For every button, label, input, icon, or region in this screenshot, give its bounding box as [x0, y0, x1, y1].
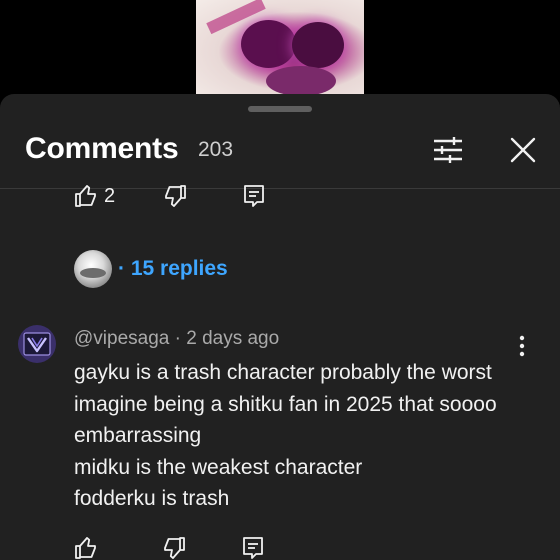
thumbs-up-icon: [75, 185, 96, 207]
reply-comment-icon: [243, 537, 263, 559]
thumbnail-art: [241, 20, 296, 68]
comment-actions: [74, 536, 264, 560]
like-button[interactable]: 2: [74, 184, 115, 208]
replies-count-link: · 15 replies: [118, 257, 228, 280]
comment-time: 2 days ago: [186, 328, 280, 349]
drag-handle[interactable]: [248, 106, 312, 112]
dislike-button[interactable]: [162, 536, 186, 560]
comment-line: midku is the weakest character: [74, 455, 363, 479]
filter-sliders-icon: [434, 137, 462, 163]
thumbs-down-icon: [165, 185, 187, 207]
comments-count: 203: [198, 138, 234, 161]
comments-title: Comments: [25, 132, 179, 165]
close-button[interactable]: [503, 130, 543, 170]
comment-meta: @vipesaga · 2 days ago: [74, 328, 279, 350]
avatar: [74, 250, 112, 288]
thumbs-up-icon: [75, 537, 96, 559]
reply-comment-icon: [244, 185, 265, 207]
view-replies-button[interactable]: · 15 replies: [74, 250, 228, 288]
comment-line: imagine being a shitku fan in 2025 that …: [74, 392, 497, 416]
previous-comment-actions: 2: [74, 184, 265, 208]
thumbnail-art: [292, 22, 344, 68]
thumbnail-art: [266, 66, 336, 94]
avatar[interactable]: [18, 325, 56, 363]
like-count: 2: [104, 184, 116, 207]
like-button[interactable]: [74, 536, 98, 560]
thumbs-down-icon: [164, 537, 185, 559]
comment-text: gayku is a trash character probably the …: [74, 357, 534, 515]
comments-header: Comments 203: [0, 124, 560, 188]
comments-panel: Comments 203 2 · 15 replies @vipesaga · …: [0, 94, 560, 560]
comment-line: gayku is a trash character probably the …: [74, 361, 492, 384]
reply-button[interactable]: [242, 536, 264, 560]
close-icon: [510, 137, 536, 163]
video-thumbnail[interactable]: [196, 0, 364, 94]
reply-button[interactable]: [243, 184, 265, 208]
comment-line: fodderku is trash: [74, 487, 230, 510]
meta-separator: ·: [174, 328, 181, 349]
comment-author[interactable]: @vipesaga: [74, 328, 169, 349]
more-options-button[interactable]: [510, 332, 534, 360]
filter-button[interactable]: [428, 130, 468, 170]
comment-line: embarrassing: [74, 424, 202, 447]
more-vertical-icon: [519, 335, 525, 357]
channel-logo-icon: [23, 332, 51, 356]
dislike-button[interactable]: [163, 184, 187, 208]
